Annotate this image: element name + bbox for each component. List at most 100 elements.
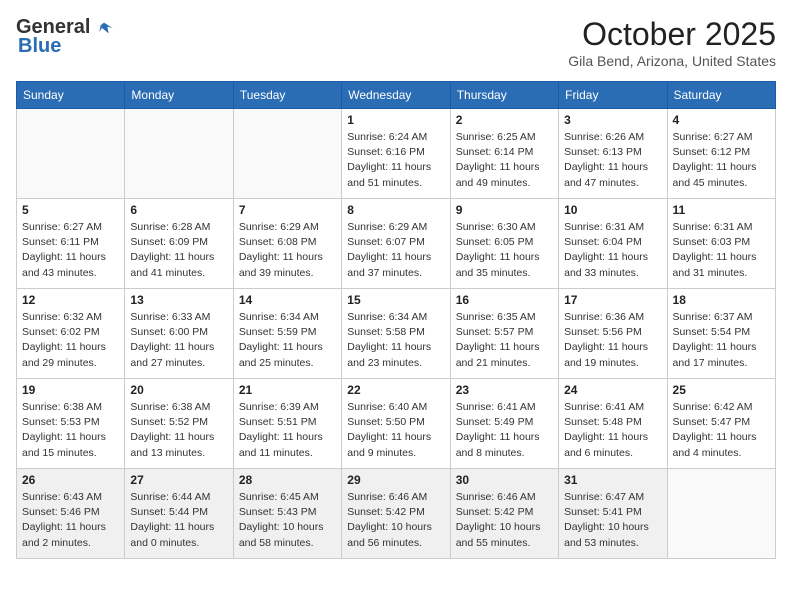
calendar-cell: 5 Sunrise: 6:27 AMSunset: 6:11 PMDaylight… [17, 199, 125, 289]
day-number: 5 [22, 203, 119, 217]
day-header-sunday: Sunday [17, 82, 125, 109]
day-number: 22 [347, 383, 444, 397]
calendar-cell: 21 Sunrise: 6:39 AMSunset: 5:51 PMDayligh… [233, 379, 341, 469]
day-number: 7 [239, 203, 336, 217]
calendar-header-row: SundayMondayTuesdayWednesdayThursdayFrid… [17, 82, 776, 109]
week-row-2: 5 Sunrise: 6:27 AMSunset: 6:11 PMDaylight… [17, 199, 776, 289]
day-header-saturday: Saturday [667, 82, 775, 109]
calendar-cell: 3 Sunrise: 6:26 AMSunset: 6:13 PMDaylight… [559, 109, 667, 199]
logo-blue-text: Blue [18, 35, 61, 58]
location-subtitle: Gila Bend, Arizona, United States [568, 53, 776, 69]
calendar-cell: 17 Sunrise: 6:36 AMSunset: 5:56 PMDayligh… [559, 289, 667, 379]
day-info: Sunrise: 6:42 AMSunset: 5:47 PMDaylight:… [673, 400, 770, 461]
calendar-cell [667, 469, 775, 559]
day-number: 18 [673, 293, 770, 307]
calendar-cell: 16 Sunrise: 6:35 AMSunset: 5:57 PMDayligh… [450, 289, 558, 379]
day-number: 19 [22, 383, 119, 397]
calendar-cell: 9Sunrise: 6:30 AMSunset: 6:05 PMDaylight… [450, 199, 558, 289]
calendar-cell: 19 Sunrise: 6:38 AMSunset: 5:53 PMDayligh… [17, 379, 125, 469]
day-info: Sunrise: 6:26 AMSunset: 6:13 PMDaylight:… [564, 130, 661, 191]
day-number: 29 [347, 473, 444, 487]
day-info: Sunrise: 6:39 AMSunset: 5:51 PMDaylight:… [239, 400, 336, 461]
day-number: 10 [564, 203, 661, 217]
title-block: October 2025 Gila Bend, Arizona, United … [568, 16, 776, 69]
calendar-cell [125, 109, 233, 199]
day-info: Sunrise: 6:34 AMSunset: 5:59 PMDaylight:… [239, 310, 336, 371]
calendar-cell: 26Sunrise: 6:43 AMSunset: 5:46 PMDayligh… [17, 469, 125, 559]
day-header-friday: Friday [559, 82, 667, 109]
week-row-4: 19 Sunrise: 6:38 AMSunset: 5:53 PMDayligh… [17, 379, 776, 469]
day-number: 2 [456, 113, 553, 127]
calendar-cell: 2Sunrise: 6:25 AMSunset: 6:14 PMDaylight… [450, 109, 558, 199]
day-info: Sunrise: 6:34 AMSunset: 5:58 PMDaylight:… [347, 310, 444, 371]
calendar-cell: 25Sunrise: 6:42 AMSunset: 5:47 PMDayligh… [667, 379, 775, 469]
day-number: 20 [130, 383, 227, 397]
calendar-cell: 10 Sunrise: 6:31 AMSunset: 6:04 PMDayligh… [559, 199, 667, 289]
day-info: Sunrise: 6:37 AMSunset: 5:54 PMDaylight:… [673, 310, 770, 371]
calendar-cell: 4Sunrise: 6:27 AMSunset: 6:12 PMDaylight… [667, 109, 775, 199]
calendar-cell: 29Sunrise: 6:46 AMSunset: 5:42 PMDayligh… [342, 469, 450, 559]
calendar-cell: 13Sunrise: 6:33 AMSunset: 6:00 PMDayligh… [125, 289, 233, 379]
day-number: 21 [239, 383, 336, 397]
calendar-cell [233, 109, 341, 199]
day-number: 11 [673, 203, 770, 217]
logo: General Blue [16, 16, 114, 58]
day-header-tuesday: Tuesday [233, 82, 341, 109]
day-info: Sunrise: 6:40 AMSunset: 5:50 PMDaylight:… [347, 400, 444, 461]
day-number: 6 [130, 203, 227, 217]
day-number: 3 [564, 113, 661, 127]
page-header: General Blue October 2025 Gila Bend, Ari… [16, 16, 776, 69]
day-number: 28 [239, 473, 336, 487]
week-row-5: 26Sunrise: 6:43 AMSunset: 5:46 PMDayligh… [17, 469, 776, 559]
calendar-cell: 12 Sunrise: 6:32 AMSunset: 6:02 PMDayligh… [17, 289, 125, 379]
day-info: Sunrise: 6:27 AMSunset: 6:12 PMDaylight:… [673, 130, 770, 191]
day-info: Sunrise: 6:28 AMSunset: 6:09 PMDaylight:… [130, 220, 227, 281]
day-info: Sunrise: 6:38 AMSunset: 5:53 PMDaylight:… [22, 400, 119, 461]
calendar-cell: 6 Sunrise: 6:28 AMSunset: 6:09 PMDaylight… [125, 199, 233, 289]
week-row-1: 1 Sunrise: 6:24 AMSunset: 6:16 PMDaylight… [17, 109, 776, 199]
day-info: Sunrise: 6:36 AMSunset: 5:56 PMDaylight:… [564, 310, 661, 371]
day-number: 1 [347, 113, 444, 127]
calendar-cell: 15 Sunrise: 6:34 AMSunset: 5:58 PMDayligh… [342, 289, 450, 379]
day-number: 14 [239, 293, 336, 307]
calendar-cell: 11 Sunrise: 6:31 AMSunset: 6:03 PMDayligh… [667, 199, 775, 289]
day-info: Sunrise: 6:41 AMSunset: 5:48 PMDaylight:… [564, 400, 661, 461]
day-info: Sunrise: 6:32 AMSunset: 6:02 PMDaylight:… [22, 310, 119, 371]
day-number: 16 [456, 293, 553, 307]
calendar-cell: 30Sunrise: 6:46 AMSunset: 5:42 PMDayligh… [450, 469, 558, 559]
day-info: Sunrise: 6:31 AMSunset: 6:03 PMDaylight:… [673, 220, 770, 281]
calendar-cell: 18 Sunrise: 6:37 AMSunset: 5:54 PMDayligh… [667, 289, 775, 379]
calendar-cell: 23Sunrise: 6:41 AMSunset: 5:49 PMDayligh… [450, 379, 558, 469]
calendar-cell: 8Sunrise: 6:29 AMSunset: 6:07 PMDaylight… [342, 199, 450, 289]
day-header-wednesday: Wednesday [342, 82, 450, 109]
day-number: 15 [347, 293, 444, 307]
day-info: Sunrise: 6:29 AMSunset: 6:07 PMDaylight:… [347, 220, 444, 281]
week-row-3: 12 Sunrise: 6:32 AMSunset: 6:02 PMDayligh… [17, 289, 776, 379]
day-number: 9 [456, 203, 553, 217]
day-number: 31 [564, 473, 661, 487]
calendar-cell: 27Sunrise: 6:44 AMSunset: 5:44 PMDayligh… [125, 469, 233, 559]
day-info: Sunrise: 6:43 AMSunset: 5:46 PMDaylight:… [22, 490, 119, 551]
day-info: Sunrise: 6:46 AMSunset: 5:42 PMDaylight:… [456, 490, 553, 551]
calendar-cell: 24 Sunrise: 6:41 AMSunset: 5:48 PMDayligh… [559, 379, 667, 469]
calendar-cell [17, 109, 125, 199]
calendar-cell: 14 Sunrise: 6:34 AMSunset: 5:59 PMDayligh… [233, 289, 341, 379]
day-info: Sunrise: 6:27 AMSunset: 6:11 PMDaylight:… [22, 220, 119, 281]
calendar-cell: 7 Sunrise: 6:29 AMSunset: 6:08 PMDaylight… [233, 199, 341, 289]
day-info: Sunrise: 6:35 AMSunset: 5:57 PMDaylight:… [456, 310, 553, 371]
day-info: Sunrise: 6:38 AMSunset: 5:52 PMDaylight:… [130, 400, 227, 461]
day-info: Sunrise: 6:33 AMSunset: 6:00 PMDaylight:… [130, 310, 227, 371]
day-number: 23 [456, 383, 553, 397]
month-title: October 2025 [568, 16, 776, 53]
day-header-monday: Monday [125, 82, 233, 109]
calendar-cell: 22 Sunrise: 6:40 AMSunset: 5:50 PMDayligh… [342, 379, 450, 469]
day-number: 24 [564, 383, 661, 397]
day-number: 12 [22, 293, 119, 307]
day-info: Sunrise: 6:29 AMSunset: 6:08 PMDaylight:… [239, 220, 336, 281]
day-number: 17 [564, 293, 661, 307]
calendar-cell: 31Sunrise: 6:47 AMSunset: 5:41 PMDayligh… [559, 469, 667, 559]
day-info: Sunrise: 6:24 AMSunset: 6:16 PMDaylight:… [347, 130, 444, 191]
day-header-thursday: Thursday [450, 82, 558, 109]
day-info: Sunrise: 6:31 AMSunset: 6:04 PMDaylight:… [564, 220, 661, 281]
day-info: Sunrise: 6:45 AMSunset: 5:43 PMDaylight:… [239, 490, 336, 551]
